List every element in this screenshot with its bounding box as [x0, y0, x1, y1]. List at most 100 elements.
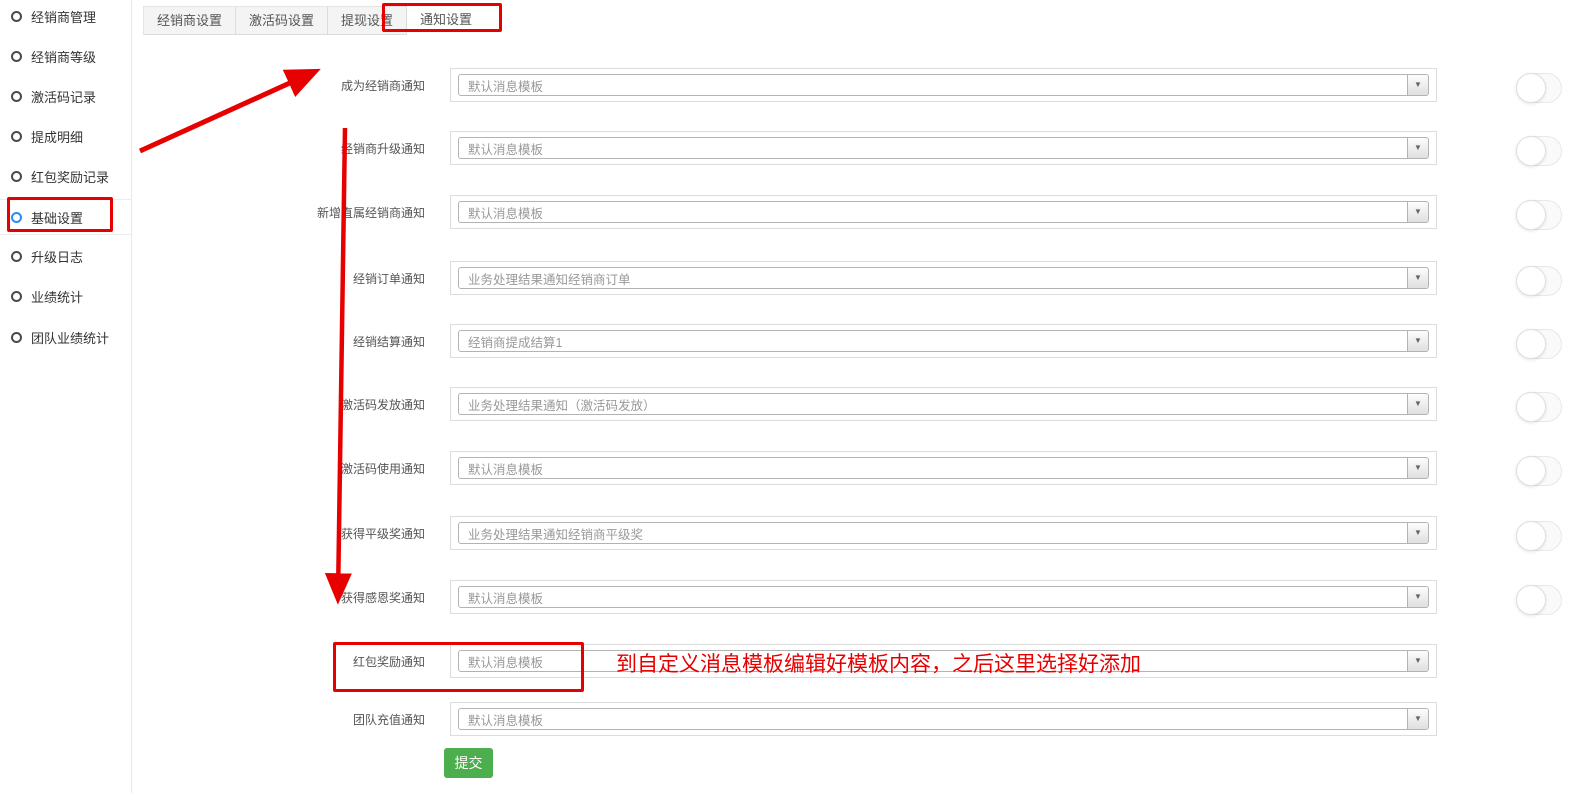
select-inner: 业务处理结果通知经销商订单 ▼	[458, 267, 1429, 289]
select-inner: 默认消息模板 ▼	[458, 137, 1429, 159]
field-label: 经销商升级通知	[290, 140, 425, 157]
field-label: 红包奖励通知	[290, 653, 425, 670]
dropdown-arrow-button[interactable]: ▼	[1407, 202, 1428, 222]
sidebar-item-label: 升级日志	[31, 247, 83, 266]
notify-toggle-off[interactable]	[1516, 329, 1562, 359]
caret-down-icon: ▼	[1414, 593, 1422, 601]
dropdown-arrow-button[interactable]: ▼	[1407, 138, 1428, 158]
sidebar-item-2[interactable]: 经销商等级	[0, 39, 131, 73]
dropdown-arrow-button[interactable]: ▼	[1407, 331, 1428, 351]
template-select[interactable]: 业务处理结果通知经销商订单 ▼	[450, 261, 1437, 295]
dropdown-arrow-button[interactable]: ▼	[1407, 651, 1428, 671]
template-select[interactable]: 默认消息模板 ▼	[450, 68, 1437, 102]
tab-bar: 经销商设置激活码设置提现设置通知设置	[143, 6, 485, 33]
selected-template-value: 默认消息模板	[459, 76, 1428, 95]
circle-bullet-icon	[11, 11, 22, 22]
sidebar-item-label: 红包奖励记录	[31, 167, 109, 186]
selected-template-value: 默认消息模板	[459, 139, 1428, 158]
caret-down-icon: ▼	[1414, 274, 1422, 282]
notify-toggle-off[interactable]	[1516, 266, 1562, 296]
selected-template-value: 默认消息模板	[459, 459, 1428, 478]
select-inner: 默认消息模板 ▼	[458, 74, 1429, 96]
notify-toggle-off[interactable]	[1516, 585, 1562, 615]
toggle-knob	[1516, 266, 1546, 296]
sidebar-item-5[interactable]: 红包奖励记录	[0, 159, 131, 193]
caret-down-icon: ▼	[1414, 337, 1422, 345]
field-label: 激活码发放通知	[290, 396, 425, 413]
tab-1[interactable]: 经销商设置	[143, 6, 236, 35]
dropdown-arrow-button[interactable]: ▼	[1407, 709, 1428, 729]
circle-bullet-icon	[11, 171, 22, 182]
toggle-knob	[1516, 521, 1546, 551]
sidebar-item-label: 基础设置	[31, 208, 83, 227]
circle-bullet-icon	[11, 51, 22, 62]
caret-down-icon: ▼	[1414, 464, 1422, 472]
selected-template-value: 经销商提成结算1	[459, 332, 1428, 351]
field-label: 获得感恩奖通知	[290, 589, 425, 606]
template-select[interactable]: 业务处理结果通知（激活码发放） ▼	[450, 387, 1437, 421]
selected-template-value: 业务处理结果通知经销商订单	[459, 269, 1428, 288]
sidebar-item-9[interactable]: 团队业绩统计	[0, 320, 131, 354]
sidebar-item-3[interactable]: 激活码记录	[0, 79, 131, 113]
selected-template-value: 业务处理结果通知（激活码发放）	[459, 395, 1428, 414]
field-label: 团队充值通知	[290, 711, 425, 728]
field-label: 经销结算通知	[290, 333, 425, 350]
notification-settings-page: 经销商管理 经销商等级 激活码记录 提成明细 红包奖励记录 基础设置 升级日志 …	[0, 0, 1572, 793]
sidebar-item-label: 经销商管理	[31, 7, 96, 26]
sidebar-item-4[interactable]: 提成明细	[0, 119, 131, 153]
circle-bullet-icon	[11, 332, 22, 343]
circle-bullet-icon	[11, 91, 22, 102]
field-label: 激活码使用通知	[290, 460, 425, 477]
tab-2[interactable]: 激活码设置	[236, 6, 328, 35]
template-select[interactable]: 业务处理结果通知经销商平级奖 ▼	[450, 516, 1437, 550]
caret-down-icon: ▼	[1414, 657, 1422, 665]
select-inner: 业务处理结果通知经销商平级奖 ▼	[458, 522, 1429, 544]
dropdown-arrow-button[interactable]: ▼	[1407, 523, 1428, 543]
sidebar-item-label: 提成明细	[31, 127, 83, 146]
dropdown-arrow-button[interactable]: ▼	[1407, 587, 1428, 607]
select-inner: 默认消息模板 ▼	[458, 201, 1429, 223]
template-select[interactable]: 默认消息模板 ▼	[450, 131, 1437, 165]
notify-toggle-off[interactable]	[1516, 73, 1562, 103]
notify-toggle-off[interactable]	[1516, 136, 1562, 166]
selected-template-value: 默认消息模板	[459, 710, 1428, 729]
template-select[interactable]: 经销商提成结算1 ▼	[450, 324, 1437, 358]
dropdown-arrow-button[interactable]: ▼	[1407, 268, 1428, 288]
caret-down-icon: ▼	[1414, 715, 1422, 723]
toggle-knob	[1516, 456, 1546, 486]
sidebar-item-1[interactable]: 经销商管理	[0, 0, 131, 33]
notify-toggle-off[interactable]	[1516, 521, 1562, 551]
sidebar-item-6[interactable]: 基础设置	[0, 199, 131, 235]
circle-bullet-icon	[11, 212, 22, 223]
caret-down-icon: ▼	[1414, 144, 1422, 152]
notify-toggle-off[interactable]	[1516, 200, 1562, 230]
template-select[interactable]: 默认消息模板 ▼	[450, 580, 1437, 614]
template-select[interactable]: 默认消息模板 ▼	[450, 451, 1437, 485]
dropdown-arrow-button[interactable]: ▼	[1407, 394, 1428, 414]
notify-toggle-off[interactable]	[1516, 392, 1562, 422]
tab-3[interactable]: 提现设置	[328, 6, 407, 35]
dropdown-arrow-button[interactable]: ▼	[1407, 458, 1428, 478]
notify-toggle-off[interactable]	[1516, 456, 1562, 486]
caret-down-icon: ▼	[1414, 208, 1422, 216]
tab-4[interactable]: 通知设置	[407, 6, 485, 34]
selected-template-value: 业务处理结果通知经销商平级奖	[459, 524, 1428, 543]
selected-template-value: 默认消息模板	[459, 203, 1428, 222]
sidebar-item-7[interactable]: 升级日志	[0, 239, 131, 273]
template-select[interactable]: 默认消息模板 ▼	[450, 195, 1437, 229]
circle-bullet-icon	[11, 131, 22, 142]
field-label: 获得平级奖通知	[290, 525, 425, 542]
dropdown-arrow-button[interactable]: ▼	[1407, 75, 1428, 95]
circle-bullet-icon	[11, 251, 22, 262]
select-inner: 业务处理结果通知（激活码发放） ▼	[458, 393, 1429, 415]
toggle-knob	[1516, 136, 1546, 166]
sidebar-item-label: 团队业绩统计	[31, 328, 109, 347]
template-select[interactable]: 默认消息模板 ▼	[450, 702, 1437, 736]
submit-button[interactable]: 提交	[444, 748, 493, 778]
caret-down-icon: ▼	[1414, 529, 1422, 537]
select-inner: 默认消息模板 ▼	[458, 457, 1429, 479]
select-inner: 默认消息模板 ▼	[458, 586, 1429, 608]
toggle-knob	[1516, 392, 1546, 422]
field-label: 新增直属经销商通知	[290, 204, 425, 221]
sidebar-item-8[interactable]: 业绩统计	[0, 279, 131, 313]
